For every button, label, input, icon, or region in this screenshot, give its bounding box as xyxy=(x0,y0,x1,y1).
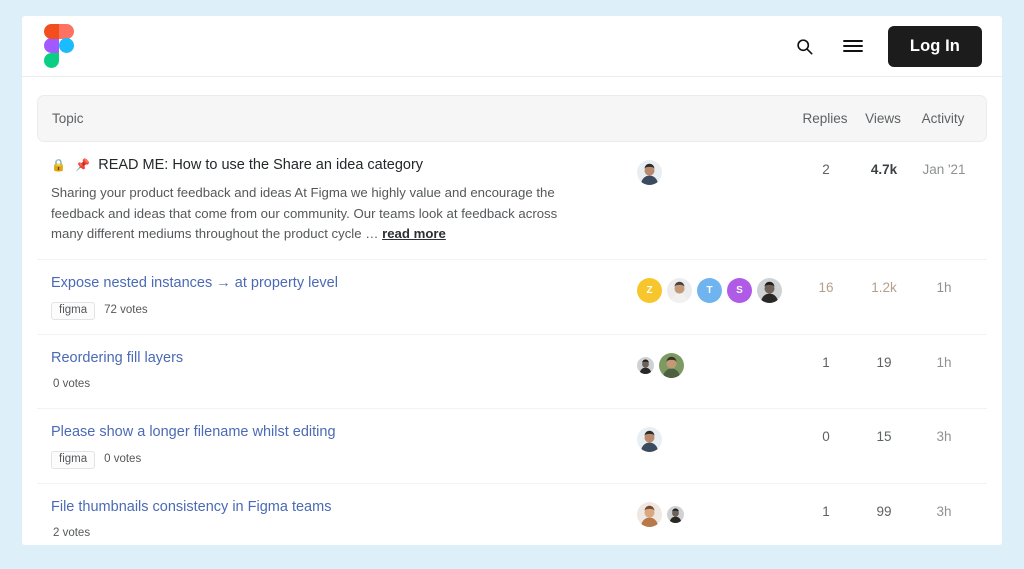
topic-tag[interactable]: figma xyxy=(51,301,96,321)
replies-count: 0 xyxy=(822,428,830,444)
login-button[interactable]: Log In xyxy=(887,25,982,67)
poster-avatars: Z TS xyxy=(637,274,797,303)
vote-count: 2 votes xyxy=(53,526,91,539)
column-header-topic[interactable]: Topic xyxy=(52,111,636,126)
avatar-man-dark[interactable] xyxy=(667,506,684,524)
topic-excerpt: Sharing your product feedback and ideas … xyxy=(51,184,558,242)
column-header-replies[interactable]: Replies xyxy=(796,111,854,126)
topic-title-line: Reordering fill layers xyxy=(51,349,623,368)
topic-meta: 0 votes xyxy=(51,377,623,394)
topic-tag[interactable]: figma xyxy=(51,450,96,470)
topic-title-link[interactable]: Please show a longer filename whilst edi… xyxy=(51,423,336,442)
avatar-man-suit[interactable] xyxy=(637,160,662,185)
replies-count: 1 xyxy=(822,504,830,520)
table-row[interactable]: Reordering fill layers 0 votes 1 19 1h xyxy=(37,335,987,409)
replies-count: 2 xyxy=(822,162,830,177)
topic-meta: figma 0 votes xyxy=(51,450,623,470)
lock-and-pin-icons: 🔒 📌 xyxy=(51,158,94,172)
views-count: 19 xyxy=(876,355,892,371)
table-header-row: Topic Replies Views Activity xyxy=(37,95,987,142)
table-row[interactable]: Please show a longer filename whilst edi… xyxy=(37,409,987,485)
topic-title-link[interactable]: File thumbnails consistency in Figma tea… xyxy=(51,498,331,517)
poster-avatars xyxy=(637,498,797,528)
page-background: Log In Topic Replies Views Activity 🔒 📌 R… xyxy=(0,0,1024,569)
activity-time: 1h xyxy=(936,280,952,295)
topic-title-line: Expose nested instances → at property le… xyxy=(51,274,623,293)
topic-cell: File thumbnails consistency in Figma tea… xyxy=(51,498,637,542)
replies-count: 16 xyxy=(818,280,834,295)
avatar-man-green[interactable] xyxy=(659,353,684,379)
views-count: 99 xyxy=(876,504,892,520)
figma-logo-link[interactable] xyxy=(44,24,74,68)
activity-time: 3h xyxy=(936,504,952,520)
search-icon[interactable] xyxy=(792,33,818,59)
poster-avatars xyxy=(637,423,797,452)
poster-avatars xyxy=(637,156,797,185)
topic-meta: 2 votes xyxy=(51,526,623,543)
topic-meta: figma 72 votes xyxy=(51,301,623,321)
topic-cell: Please show a longer filename whilst edi… xyxy=(51,423,637,470)
topic-table: Topic Replies Views Activity 🔒 📌 READ ME:… xyxy=(22,77,1002,545)
topic-cell: 🔒 📌 READ ME: How to use the Share an idea… xyxy=(51,156,637,245)
vote-count: 72 votes xyxy=(104,303,148,316)
hamburger-menu-icon[interactable] xyxy=(840,33,866,59)
topic-title-line: Please show a longer filename whilst edi… xyxy=(51,423,623,442)
avatar-s[interactable]: S xyxy=(727,278,752,303)
content-card: Log In Topic Replies Views Activity 🔒 📌 R… xyxy=(22,16,1002,545)
activity-time: 3h xyxy=(936,428,952,444)
avatar-man-grey[interactable] xyxy=(667,278,692,303)
topic-title-line: 🔒 📌 READ ME: How to use the Share an idea… xyxy=(51,156,623,175)
read-more-link[interactable]: read more xyxy=(382,226,446,241)
table-row[interactable]: 🔒 📌 READ ME: How to use the Share an idea… xyxy=(37,142,987,260)
avatar-t[interactable]: T xyxy=(697,278,722,303)
views-count: 4.7k xyxy=(870,162,898,177)
avatar-man-dark[interactable] xyxy=(637,357,654,375)
topic-title-line: File thumbnails consistency in Figma tea… xyxy=(51,498,623,517)
figma-logo xyxy=(44,24,74,68)
topic-title-link[interactable]: Expose nested instances → at property le… xyxy=(51,274,338,293)
avatar-man-dark[interactable] xyxy=(757,278,782,303)
avatar-man-suit[interactable] xyxy=(637,426,662,452)
site-header: Log In xyxy=(22,16,1002,77)
activity-time: 1h xyxy=(936,355,952,371)
topic-cell: Expose nested instances → at property le… xyxy=(51,274,637,321)
views-count: 1.2k xyxy=(871,280,897,295)
column-header-activity[interactable]: Activity xyxy=(912,111,974,126)
replies-count: 1 xyxy=(822,355,830,371)
vote-count: 0 votes xyxy=(104,452,142,465)
views-count: 15 xyxy=(876,428,892,444)
topic-cell: Reordering fill layers 0 votes xyxy=(51,349,637,393)
table-row[interactable]: Expose nested instances → at property le… xyxy=(37,260,987,336)
column-header-views[interactable]: Views xyxy=(854,111,912,126)
topic-list: 🔒 📌 READ ME: How to use the Share an idea… xyxy=(37,142,987,545)
topic-title-link[interactable]: READ ME: How to use the Share an idea ca… xyxy=(98,156,423,175)
avatar-woman[interactable] xyxy=(637,502,662,528)
avatar-z[interactable]: Z xyxy=(637,278,662,303)
topic-title-link[interactable]: Reordering fill layers xyxy=(51,349,183,368)
activity-time: Jan '21 xyxy=(922,162,966,177)
header-actions: Log In xyxy=(792,25,982,67)
vote-count: 0 votes xyxy=(53,378,91,391)
poster-avatars xyxy=(637,349,797,379)
table-row[interactable]: File thumbnails consistency in Figma tea… xyxy=(37,484,987,545)
